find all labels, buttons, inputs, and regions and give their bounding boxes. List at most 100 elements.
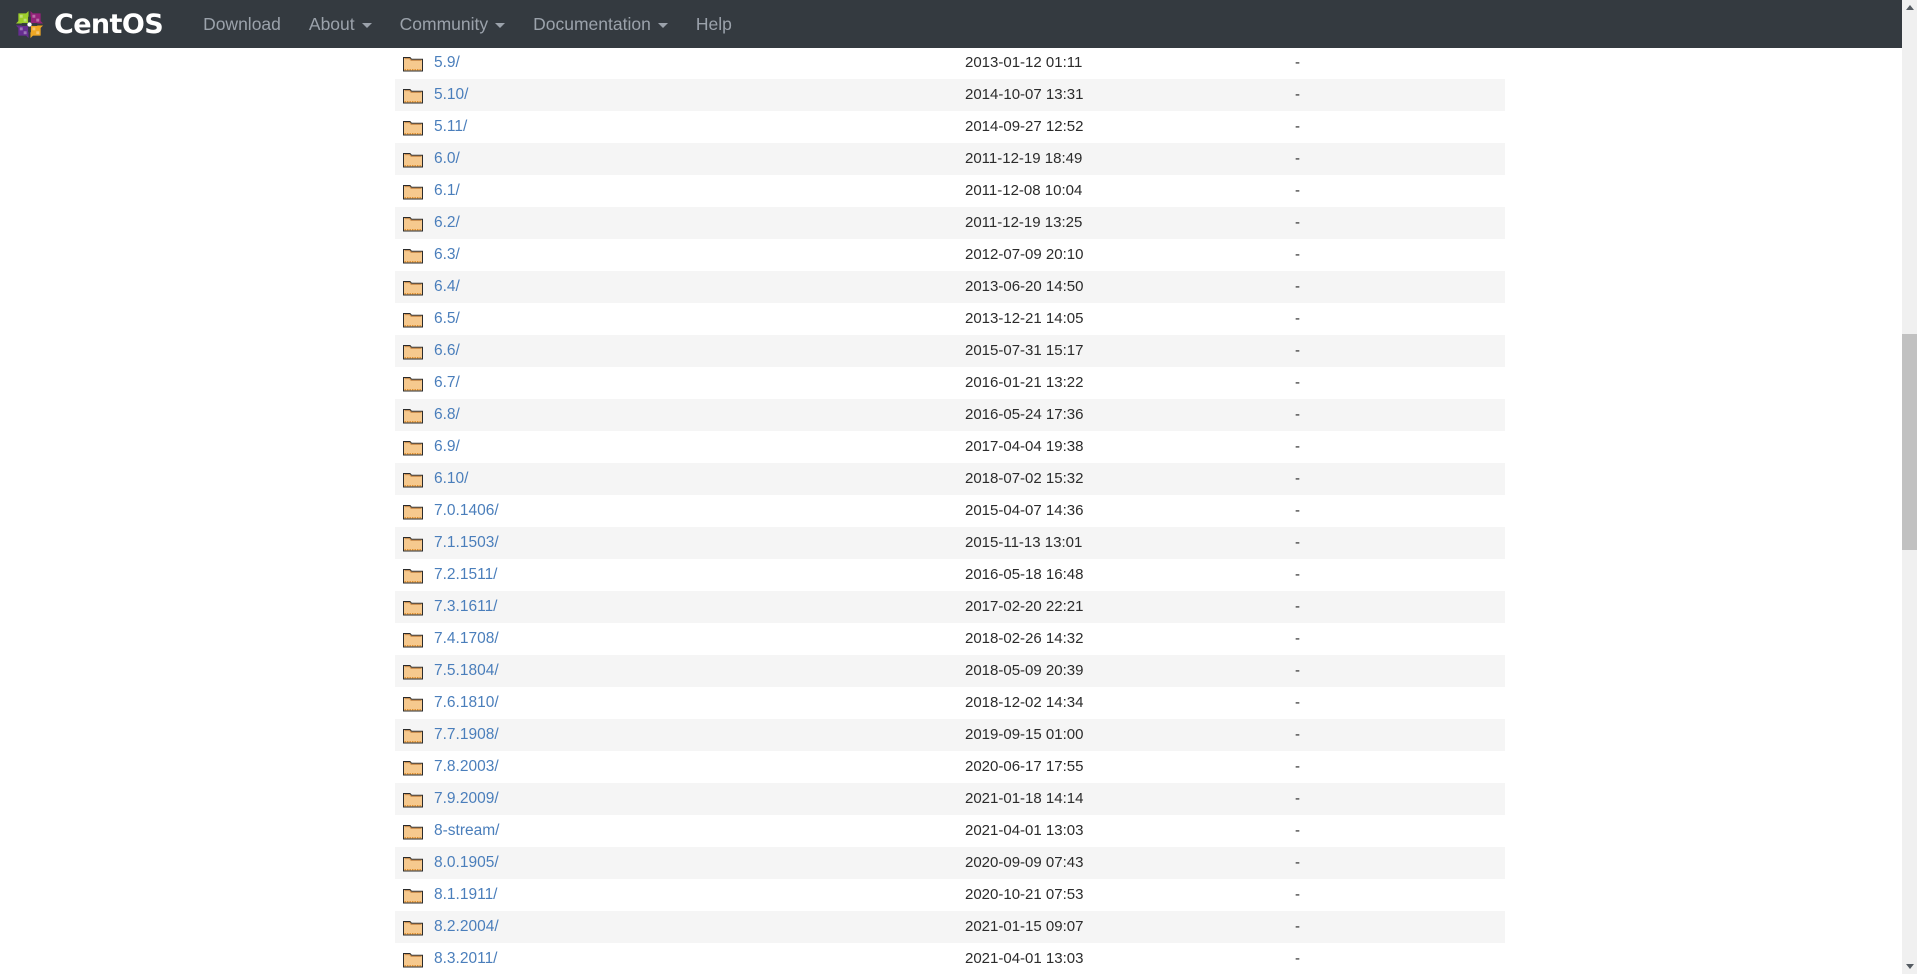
directory-name-cell: 6.6/ [395,335,965,367]
directory-link[interactable]: 8.0.1905/ [434,847,499,879]
chevron-down-icon [361,22,372,28]
table-row: 8.0.1905/2020-09-09 07:43 - [395,847,1505,879]
folder-icon [403,599,423,616]
table-row: 6.4/2013-06-20 14:50 - [395,271,1505,303]
directory-link[interactable]: 8.1.1911/ [434,879,498,911]
directory-link[interactable]: 8.3.2011/ [434,943,498,974]
directory-name-cell: 7.0.1406/ [395,495,965,527]
folder-icon [403,631,423,648]
nav-item-help-label: Help [695,13,732,34]
folder-icon [403,407,423,424]
directory-link[interactable]: 7.0.1406/ [434,495,499,527]
last-modified-cell: 2013-12-21 14:05 [965,310,1084,327]
table-row: 7.5.1804/2018-05-09 20:39 - [395,655,1505,687]
nav-item-community[interactable]: Community [386,8,520,41]
table-row: 5.10/2014-10-07 13:31 - [395,79,1505,111]
last-modified-cell: 2012-07-09 20:10 [965,246,1084,263]
nav-item-help[interactable]: Help [682,8,746,41]
directory-link[interactable]: 7.9.2009/ [434,783,499,815]
last-modified-cell: 2016-05-24 17:36 [965,406,1084,423]
directory-name-cell: 6.2/ [395,207,965,239]
centos-brand-link[interactable]: CentOS [14,9,164,40]
directory-name-cell: 7.9.2009/ [395,783,965,815]
size-cell: - [1295,566,1300,583]
directory-link[interactable]: 6.10/ [434,463,468,495]
directory-link[interactable]: 5.11/ [434,111,467,143]
table-row: 6.2/2011-12-19 13:25 - [395,207,1505,239]
size-cell: - [1295,342,1300,359]
table-row: 6.5/2013-12-21 14:05 - [395,303,1505,335]
folder-icon [403,87,423,104]
last-modified-cell: 2020-09-09 07:43 [965,854,1084,871]
last-modified-cell: 2014-10-07 13:31 [965,86,1084,103]
folder-icon [403,439,423,456]
directory-link[interactable]: 6.0/ [434,143,460,175]
size-cell: - [1295,278,1300,295]
table-row: 7.2.1511/2016-05-18 16:48 - [395,559,1505,591]
scroll-down-arrow-icon[interactable] [1902,959,1917,974]
directory-link[interactable]: 6.3/ [434,239,460,271]
folder-icon [403,183,423,200]
folder-icon [403,535,423,552]
directory-listing-content: 5.9/2013-01-12 01:11 - 5.10/2014-10-07 13:… [0,48,1902,974]
directory-link[interactable]: 7.4.1708/ [434,623,499,655]
size-cell: - [1295,182,1300,199]
folder-icon [403,759,423,776]
directory-link[interactable]: 7.2.1511/ [434,559,498,591]
size-cell: - [1295,502,1300,519]
page-scrollbar[interactable] [1902,0,1917,974]
nav-item-about-label: About [308,13,355,34]
table-row: 6.7/2016-01-21 13:22 - [395,367,1505,399]
directory-link[interactable]: 8.2.2004/ [434,911,499,943]
directory-link[interactable]: 7.6.1810/ [434,687,499,719]
folder-icon [403,279,423,296]
directory-link[interactable]: 5.10/ [434,79,468,111]
scrollbar-thumb[interactable] [1902,334,1917,550]
directory-link[interactable]: 7.8.2003/ [434,751,499,783]
last-modified-cell: 2015-11-13 13:01 [965,534,1083,551]
folder-icon [403,727,423,744]
nav-item-about[interactable]: About [295,8,386,41]
table-row: 7.6.1810/2018-12-02 14:34 - [395,687,1505,719]
directory-name-cell: 6.4/ [395,271,965,303]
directory-link[interactable]: 7.3.1611/ [434,591,498,623]
directory-link[interactable]: 6.1/ [434,175,460,207]
size-cell: - [1295,918,1300,935]
table-row: 8.3.2011/2021-04-01 13:03 - [395,943,1505,974]
directory-name-cell: 6.10/ [395,463,965,495]
directory-link[interactable]: 6.8/ [434,399,460,431]
folder-icon [403,471,423,488]
table-row: 7.7.1908/2019-09-15 01:00 - [395,719,1505,751]
size-cell: - [1295,822,1300,839]
last-modified-cell: 2021-01-18 14:14 [965,790,1084,807]
nav-item-documentation[interactable]: Documentation [519,8,682,41]
table-row: 7.0.1406/2015-04-07 14:36 - [395,495,1505,527]
last-modified-cell: 2019-09-15 01:00 [965,726,1084,743]
scroll-up-arrow-icon[interactable] [1902,0,1917,15]
table-row: 8.1.1911/2020-10-21 07:53 - [395,879,1505,911]
directory-name-cell: 5.11/ [395,111,965,143]
nav-item-download[interactable]: Download [189,8,295,41]
navigation-menu: Download About Community Documentation H… [189,8,746,41]
directory-link[interactable]: 6.9/ [434,431,460,463]
folder-icon [403,567,423,584]
directory-link[interactable]: 6.7/ [434,367,460,399]
directory-link[interactable]: 7.5.1804/ [434,655,499,687]
size-cell: - [1295,950,1300,967]
size-cell: - [1295,118,1300,135]
directory-link[interactable]: 7.1.1503/ [434,527,499,559]
directory-link[interactable]: 6.5/ [434,303,460,335]
directory-link[interactable]: 6.2/ [434,207,460,239]
directory-name-cell: 7.6.1810/ [395,687,965,719]
table-row: 5.11/2014-09-27 12:52 - [395,111,1505,143]
size-cell: - [1295,758,1300,775]
chevron-down-icon [657,22,668,28]
last-modified-cell: 2018-12-02 14:34 [965,694,1084,711]
directory-link[interactable]: 6.4/ [434,271,460,303]
directory-link[interactable]: 6.6/ [434,335,460,367]
last-modified-cell: 2011-12-19 18:49 [965,150,1083,167]
directory-link[interactable]: 7.7.1908/ [434,719,499,751]
directory-link[interactable]: 5.9/ [434,48,460,79]
directory-link[interactable]: 8-stream/ [434,815,499,847]
directory-name-cell: 7.7.1908/ [395,719,965,751]
